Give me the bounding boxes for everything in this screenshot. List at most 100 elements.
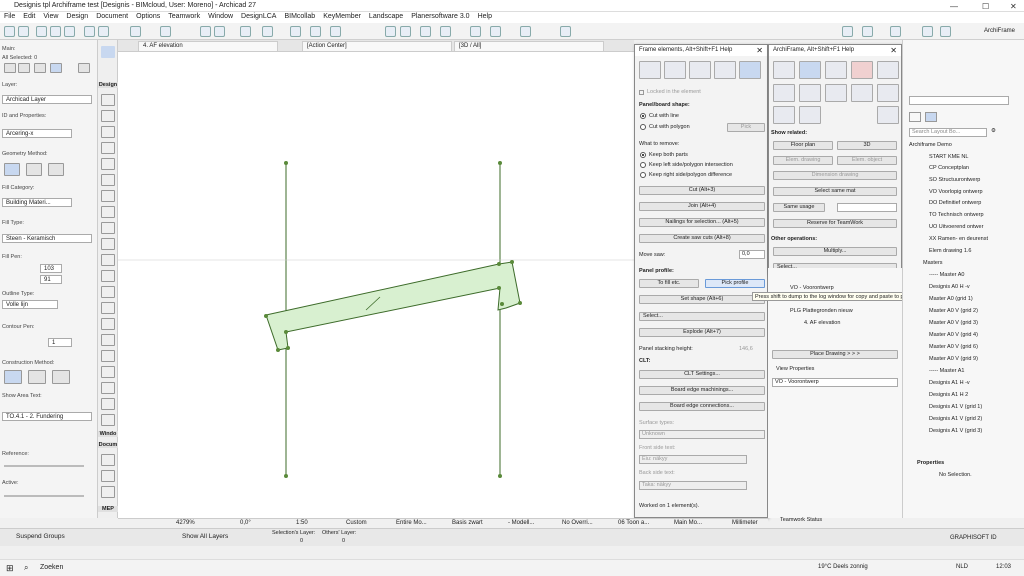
- search-icon[interactable]: ⌕: [24, 563, 28, 573]
- lock-icon[interactable]: [18, 63, 30, 73]
- same-usage-button[interactable]: Same usage: [773, 203, 825, 212]
- menu-keymember[interactable]: KeyMember: [319, 12, 365, 21]
- frame-icon[interactable]: [664, 61, 686, 79]
- explode-button[interactable]: Explode (Alt+7): [639, 328, 765, 337]
- nav-item-5[interactable]: DO Definitief ontwerp: [929, 200, 981, 206]
- nav-item-12[interactable]: Designis A0 H -v: [929, 284, 970, 290]
- menu-bimcollab[interactable]: BIMcollab: [280, 12, 319, 21]
- polygon-icon[interactable]: [26, 163, 42, 176]
- layer-dropdown[interactable]: Archicad Layer: [2, 95, 92, 104]
- frame-icon[interactable]: [400, 26, 411, 37]
- menu-view[interactable]: View: [39, 12, 62, 21]
- filter-icon[interactable]: [4, 63, 16, 73]
- label-icon[interactable]: [101, 398, 115, 410]
- elevation-drawing[interactable]: [118, 52, 634, 518]
- wall-icon[interactable]: [101, 94, 115, 106]
- clt-settings-button[interactable]: CLT Settings...: [639, 370, 765, 379]
- rectangle-icon[interactable]: [4, 163, 20, 176]
- layout-book-icon[interactable]: [925, 112, 937, 122]
- trim-icon[interactable]: [310, 26, 321, 37]
- main-field[interactable]: Main Mo...: [674, 520, 702, 526]
- snap-icon[interactable]: [84, 26, 95, 37]
- maximize-button[interactable]: ☐: [982, 2, 989, 11]
- view-properties-header[interactable]: View Properties: [776, 366, 814, 372]
- tab-af-elevation[interactable]: 4. AF elevation: [138, 41, 278, 51]
- pick-button[interactable]: Pick: [727, 123, 765, 132]
- cut-with-line-radio[interactable]: [640, 113, 646, 119]
- refresh-icon[interactable]: [877, 106, 899, 124]
- timber-icon[interactable]: [773, 106, 795, 124]
- language-label[interactable]: NLD: [956, 564, 968, 570]
- same-usage-field[interactable]: [837, 203, 897, 212]
- board-edge-connections-button[interactable]: Board edge connections...: [639, 402, 765, 411]
- tree-item-af-elevation[interactable]: 4. AF elevation: [804, 320, 840, 326]
- nav-item-0[interactable]: Archiframe Demo: [909, 142, 952, 148]
- multiply-button[interactable]: Multiply...: [773, 247, 897, 256]
- keep-left-radio[interactable]: [640, 162, 646, 168]
- menu-window[interactable]: Window: [204, 12, 237, 21]
- teamwork-status[interactable]: Teamwork Status: [780, 517, 822, 523]
- cloud-icon[interactable]: [940, 26, 951, 37]
- area-text-dropdown[interactable]: TO.4.1 - 2. Fundering: [2, 412, 92, 421]
- mesh-icon[interactable]: [101, 222, 115, 234]
- window-icon[interactable]: [101, 142, 115, 154]
- help-icon[interactable]: [877, 61, 899, 79]
- grid-icon[interactable]: [200, 26, 211, 37]
- id-field[interactable]: Arcering-x: [2, 129, 72, 138]
- shell-icon[interactable]: [101, 334, 115, 346]
- design-header[interactable]: Design: [98, 82, 118, 88]
- close-icon[interactable]: ✕: [756, 46, 763, 55]
- reserve-icon[interactable]: [851, 61, 873, 79]
- line-type-icon[interactable]: [130, 26, 141, 37]
- layout-icon[interactable]: [50, 63, 62, 73]
- pen-field-1[interactable]: 103: [40, 264, 62, 273]
- tab-3d-all[interactable]: [3D / All]: [454, 41, 604, 51]
- pick-profile-button[interactable]: Pick profile: [705, 279, 765, 288]
- board-edge-machinings-button[interactable]: Board edge machinings...: [639, 386, 765, 395]
- stair-icon[interactable]: [101, 174, 115, 186]
- tree-item-vo[interactable]: VO - Voorontwerp: [790, 285, 834, 291]
- keep-right-radio[interactable]: [640, 172, 646, 178]
- settings-icon[interactable]: [520, 26, 531, 37]
- gear-icon[interactable]: [825, 61, 847, 79]
- menu-edit[interactable]: Edit: [19, 12, 39, 21]
- split-icon[interactable]: [330, 26, 341, 37]
- back-field[interactable]: Taka: näkyy: [639, 481, 747, 490]
- element-icon[interactable]: [639, 61, 661, 79]
- house-icon[interactable]: [825, 84, 847, 102]
- nav-item-21[interactable]: Designis A1 H 2: [929, 392, 968, 398]
- beam-icon[interactable]: [101, 126, 115, 138]
- select-same-button[interactable]: Select same mat: [773, 187, 897, 196]
- nav-item-6[interactable]: TO Technisch ontwerp: [929, 212, 984, 218]
- mirror-icon[interactable]: [262, 26, 273, 37]
- nav-item-22[interactable]: Designis A1 V (grid 1): [929, 404, 982, 410]
- graphisoft-id[interactable]: GRAPHISOFT ID: [950, 535, 997, 541]
- doc-icon[interactable]: [890, 26, 901, 37]
- lamp-icon[interactable]: [101, 286, 115, 298]
- close-icon[interactable]: ✕: [890, 46, 897, 55]
- nav-item-3[interactable]: SO Structuurontwerp: [929, 177, 980, 183]
- elem-drawing-button[interactable]: Elem. drawing: [773, 156, 833, 165]
- tool-icon[interactable]: [490, 26, 501, 37]
- outline-dropdown[interactable]: Volle lijn: [2, 300, 58, 309]
- project-map-icon[interactable]: [909, 112, 921, 122]
- set-shape-button[interactable]: Set shape (Alt+6): [639, 295, 765, 304]
- dimension-drawing-button[interactable]: Dimension drawing: [773, 171, 897, 180]
- saw-cuts-button[interactable]: Create saw cuts (Alt+8): [639, 234, 765, 243]
- document-header[interactable]: Docum: [98, 442, 118, 448]
- menu-design[interactable]: Design: [62, 12, 92, 21]
- menu-options[interactable]: Options: [132, 12, 164, 21]
- zoom-field[interactable]: 4279%: [176, 520, 195, 526]
- rotate-icon[interactable]: [290, 26, 301, 37]
- cut-button[interactable]: Cut (Alt+3): [639, 186, 765, 195]
- board-icon[interactable]: [739, 61, 761, 79]
- nav-item-16[interactable]: Master A0 V (grid 4): [929, 332, 978, 338]
- nav-item-20[interactable]: Designis A1 H -v: [929, 380, 970, 386]
- dimension-icon[interactable]: [101, 454, 115, 466]
- roof-icon[interactable]: [470, 26, 481, 37]
- properties-header[interactable]: Properties: [917, 460, 944, 466]
- skylight-icon[interactable]: [101, 350, 115, 362]
- door-icon[interactable]: [101, 158, 115, 170]
- clock[interactable]: 12:03: [996, 564, 1011, 570]
- nav-item-23[interactable]: Designis A1 V (grid 2): [929, 416, 982, 422]
